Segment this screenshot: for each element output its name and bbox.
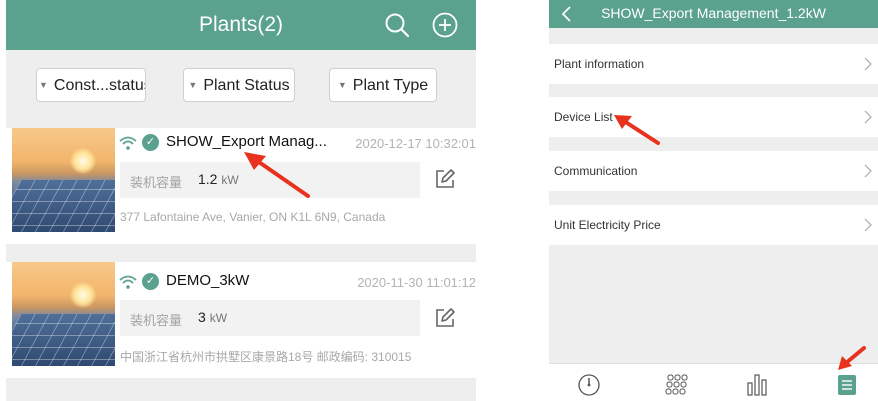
- check-circle-icon: ✓: [142, 134, 159, 151]
- gauge-icon[interactable]: [577, 371, 601, 397]
- edit-icon[interactable]: [434, 168, 456, 190]
- chevron-right-icon: [864, 57, 872, 71]
- menu-item-unit-electricity-price[interactable]: Unit Electricity Price: [549, 205, 878, 245]
- sun-graphic: [70, 148, 96, 174]
- capacity-number: 3: [198, 309, 206, 325]
- filter-plant-status[interactable]: ▼ Plant Status: [183, 68, 295, 102]
- chevron-left-icon[interactable]: [559, 2, 575, 26]
- tab-bar: [549, 363, 878, 401]
- capacity-unit: kW: [221, 173, 239, 187]
- plant-name[interactable]: SHOW_Export Manag...: [166, 133, 327, 150]
- annotation-arrow-icon: [614, 115, 660, 145]
- solar-panel-graphic: [12, 314, 115, 366]
- plant-card[interactable]: ✓ SHOW_Export Manag... 2020-12-17 10:32:…: [6, 128, 476, 244]
- filter-label: Plant Type: [352, 77, 429, 94]
- filter-label: Plant Status: [203, 77, 290, 94]
- plant-thumbnail: [12, 262, 115, 366]
- bar-chart-icon[interactable]: [745, 371, 769, 397]
- filter-label: Const...status: [53, 77, 146, 94]
- menu-item-communication[interactable]: Communication: [549, 151, 878, 191]
- plant-date: 2020-11-30 11:01:12: [357, 275, 476, 290]
- search-icon[interactable]: [384, 12, 410, 38]
- plus-circle-icon[interactable]: [432, 12, 458, 38]
- plant-detail-screen: SHOW_Export Management_1.2kW Plant infor…: [549, 0, 878, 401]
- plant-card[interactable]: ✓ DEMO_3kW 2020-11-30 11:01:12 装机容量 3 kW…: [6, 262, 476, 378]
- capacity-label: 装机容量: [130, 313, 183, 328]
- caret-down-icon: ▼: [337, 80, 347, 90]
- wifi-icon: [119, 275, 137, 289]
- menu-item-label: Device List: [554, 110, 613, 124]
- filter-plant-type[interactable]: ▼ Plant Type: [329, 68, 437, 102]
- annotation-arrow-icon: [838, 346, 866, 370]
- menu-item-label: Plant information: [554, 57, 645, 71]
- plant-address: 中国浙江省杭州市拱墅区康景路18号 邮政编码: 310015: [120, 350, 412, 364]
- check-circle-icon: ✓: [142, 273, 159, 290]
- list-icon[interactable]: [835, 371, 859, 397]
- edit-icon[interactable]: [434, 307, 456, 329]
- capacity-value: 1.2 kW: [198, 171, 239, 187]
- menu-item-device-list[interactable]: Device List: [549, 97, 878, 137]
- menu-item-plant-information[interactable]: Plant information: [549, 44, 878, 84]
- sun-graphic: [70, 282, 96, 308]
- plants-screen: Plants(2) ▼ Const...status ▼ Plant Status …: [6, 0, 476, 401]
- plant-date: 2020-12-17 10:32:01: [355, 136, 476, 151]
- annotation-arrow-icon: [244, 152, 310, 198]
- capacity-label: 装机容量: [130, 175, 183, 190]
- wifi-icon: [119, 136, 137, 150]
- chevron-right-icon: [864, 218, 872, 232]
- detail-title: SHOW_Export Management_1.2kW: [601, 5, 826, 21]
- filter-construction-status[interactable]: ▼ Const...status: [36, 68, 146, 102]
- menu-item-label: Communication: [554, 164, 638, 178]
- grid-icon[interactable]: [665, 371, 689, 397]
- plant-address: 377 Lafontaine Ave, Vanier, ON K1L 6N9, …: [120, 210, 386, 224]
- caret-down-icon: ▼: [188, 80, 198, 90]
- capacity-unit: kW: [209, 311, 228, 325]
- chevron-right-icon: [864, 164, 872, 178]
- capacity-box: 装机容量 3 kW: [120, 300, 420, 336]
- plant-name[interactable]: DEMO_3kW: [166, 272, 249, 289]
- solar-panel-graphic: [12, 180, 115, 232]
- capacity-number: 1.2: [198, 171, 218, 187]
- plant-thumbnail: [12, 128, 115, 232]
- filter-bar: ▼ Const...status ▼ Plant Status ▼ Plant Typ…: [6, 50, 476, 120]
- chevron-right-icon: [864, 110, 872, 124]
- caret-down-icon: ▼: [39, 80, 48, 90]
- menu-item-label: Unit Electricity Price: [554, 218, 661, 232]
- capacity-value: 3 kW: [198, 309, 227, 325]
